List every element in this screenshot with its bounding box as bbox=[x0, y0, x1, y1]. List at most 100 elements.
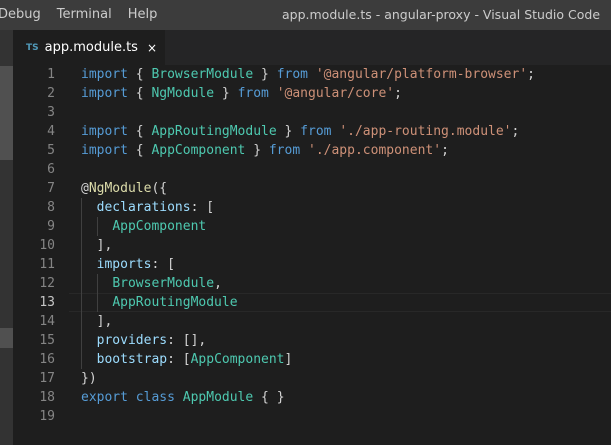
code-token: { bbox=[127, 143, 152, 158]
code-line[interactable]: 19 bbox=[13, 407, 611, 426]
line-number: 19 bbox=[39, 409, 55, 424]
code-token: NgModule bbox=[151, 86, 215, 101]
code-token: AppRoutingModule bbox=[151, 124, 277, 139]
code-token: AppComponent bbox=[190, 352, 285, 367]
code-token: BrowserModule bbox=[151, 67, 254, 82]
line-number: 6 bbox=[47, 162, 55, 177]
code-token: }) bbox=[81, 371, 97, 386]
line-number: 1 bbox=[47, 67, 55, 82]
code-line[interactable]: 10 ], bbox=[13, 236, 611, 255]
code-line[interactable]: 12 BrowserModule, bbox=[13, 274, 611, 293]
line-number: 7 bbox=[47, 181, 55, 196]
code-token: ; bbox=[441, 143, 449, 158]
code-token: import bbox=[81, 67, 128, 82]
code-token: providers bbox=[96, 333, 168, 348]
code-token: , bbox=[214, 276, 222, 291]
code-line[interactable]: 5 import { AppComponent } from './app.com… bbox=[13, 141, 611, 160]
title-bar: Debug Terminal Help app.module.ts - angu… bbox=[0, 0, 611, 30]
code-text: @NgModule({ bbox=[81, 179, 167, 198]
menu-help[interactable]: Help bbox=[120, 0, 166, 30]
line-number: 4 bbox=[47, 124, 55, 139]
code-line[interactable]: 4 import { AppRoutingModule } from './app… bbox=[13, 122, 611, 141]
code-token: from bbox=[268, 143, 301, 158]
code-line[interactable]: 9 AppComponent bbox=[13, 217, 611, 236]
line-number: 13 bbox=[39, 295, 55, 310]
line-number: 12 bbox=[39, 276, 55, 291]
code-line[interactable]: 13 AppRoutingModule bbox=[13, 293, 611, 312]
code-token: } bbox=[214, 86, 238, 101]
tab-app-module[interactable]: TS app.module.ts × bbox=[13, 30, 165, 65]
code-token: { bbox=[127, 67, 152, 82]
code-text: BrowserModule, bbox=[81, 274, 222, 293]
code-token: './app.component' bbox=[308, 143, 442, 158]
code-token: imports bbox=[96, 257, 152, 272]
line-number: 2 bbox=[47, 86, 55, 101]
activity-bar bbox=[0, 30, 13, 445]
code-line[interactable]: 17}) bbox=[13, 369, 611, 388]
code-line[interactable]: 16 bootstrap: [AppComponent] bbox=[13, 350, 611, 369]
code-line[interactable]: 1 import { BrowserModule } from '@angular… bbox=[13, 65, 611, 84]
code-line[interactable]: 2 import { NgModule } from '@angular/core… bbox=[13, 84, 611, 103]
code-token: AppComponent bbox=[112, 219, 207, 234]
code-token: ; bbox=[511, 124, 520, 139]
code-token: ; bbox=[527, 67, 535, 82]
activity-indicator[interactable] bbox=[0, 66, 13, 160]
code-token: '@angular/platform-browser' bbox=[315, 67, 528, 82]
line-number: 14 bbox=[39, 314, 55, 329]
code-token: } bbox=[276, 124, 301, 139]
indent-guide bbox=[96, 217, 98, 236]
code-text: imports: [ bbox=[81, 255, 175, 274]
code-line[interactable]: 18 export class AppModule { } bbox=[13, 388, 611, 407]
code-text: ], bbox=[81, 312, 113, 331]
code-line[interactable]: 7 @NgModule({ bbox=[13, 179, 611, 198]
code-token: : [ bbox=[167, 352, 191, 367]
close-icon[interactable]: × bbox=[147, 41, 157, 55]
code-token: @ bbox=[81, 181, 89, 196]
menu-terminal[interactable]: Terminal bbox=[49, 0, 120, 30]
code-token: NgModule bbox=[88, 181, 152, 196]
code-text: }) bbox=[81, 369, 97, 388]
indent-guide bbox=[81, 198, 82, 369]
code-line[interactable]: 11 imports: [ bbox=[13, 255, 611, 274]
code-token: './app-routing.module' bbox=[339, 124, 512, 139]
code-token: { } bbox=[253, 390, 285, 405]
code-token: ], bbox=[81, 314, 113, 329]
code-token: ; bbox=[394, 86, 402, 101]
code-token: AppComponent bbox=[151, 143, 246, 158]
code-token: : [], bbox=[167, 333, 207, 348]
code-token: import bbox=[81, 86, 128, 101]
code-line[interactable]: 14 ], bbox=[13, 312, 611, 331]
indent-guide bbox=[96, 274, 98, 312]
code-editor[interactable]: 1 import { BrowserModule } from '@angular… bbox=[13, 65, 611, 445]
tab-bar: TS app.module.ts × bbox=[13, 30, 611, 65]
code-text: AppComponent bbox=[81, 217, 206, 236]
menu-debug[interactable]: Debug bbox=[0, 0, 49, 30]
code-line[interactable]: 3 bbox=[13, 103, 611, 122]
code-text: import { AppRoutingModule } from './app-… bbox=[81, 122, 519, 141]
code-line[interactable]: 15 providers: [], bbox=[13, 331, 611, 350]
code-text: import { BrowserModule } from '@angular/… bbox=[81, 65, 535, 84]
tab-label: app.module.ts bbox=[44, 40, 138, 55]
code-text: providers: [], bbox=[81, 331, 207, 350]
line-number: 5 bbox=[47, 143, 55, 158]
code-line[interactable]: 6 bbox=[13, 160, 611, 179]
line-number: 15 bbox=[39, 333, 55, 348]
code-token: export bbox=[81, 390, 128, 405]
code-token: { bbox=[127, 86, 152, 101]
code-text: import { NgModule } from '@angular/core'… bbox=[81, 84, 402, 103]
typescript-file-icon: TS bbox=[26, 42, 39, 53]
code-text: declarations: [ bbox=[81, 198, 214, 217]
activity-indicator-lower[interactable] bbox=[0, 328, 13, 348]
code-token: { bbox=[127, 124, 152, 139]
code-token: from bbox=[237, 86, 269, 101]
line-number: 17 bbox=[39, 371, 55, 386]
code-token: declarations bbox=[96, 200, 191, 215]
menu-bar: Debug Terminal Help bbox=[0, 0, 165, 30]
code-token: : [ bbox=[151, 257, 175, 272]
code-line[interactable]: 8 declarations: [ bbox=[13, 198, 611, 217]
